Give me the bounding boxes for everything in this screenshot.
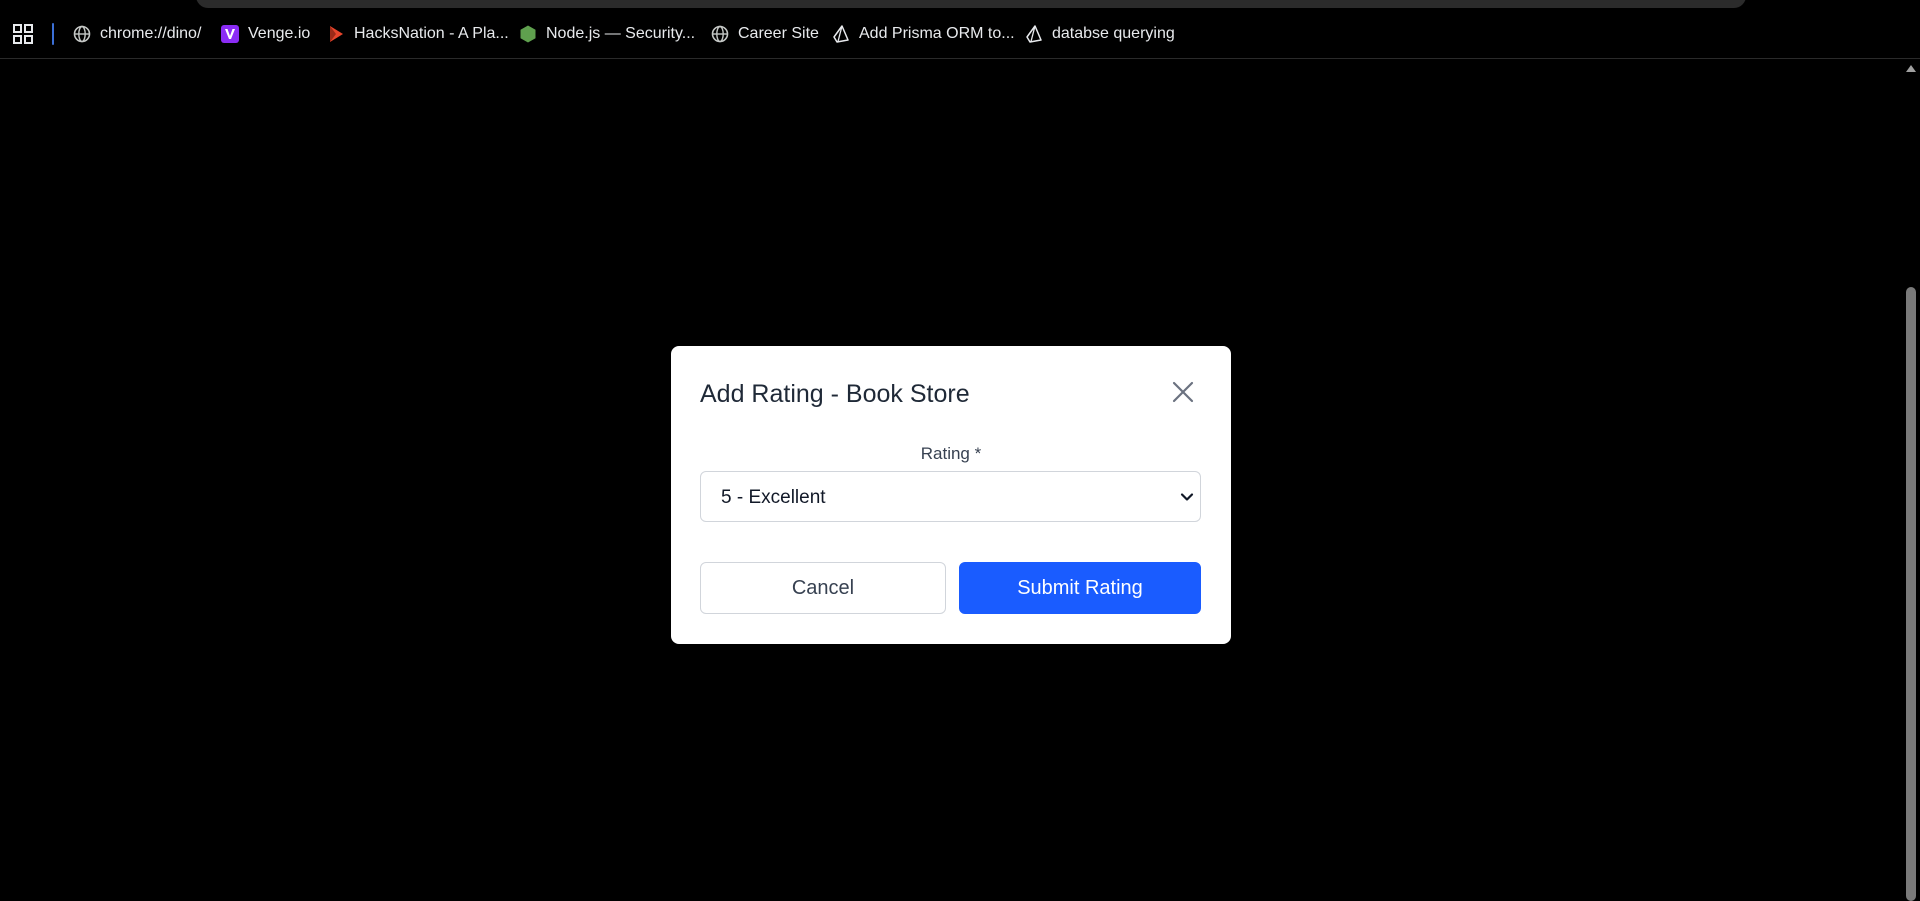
rating-label: Rating * <box>920 444 982 463</box>
cancel-button[interactable]: Cancel <box>700 562 946 614</box>
bookmark-venge[interactable]: Venge.io <box>220 22 310 46</box>
apps-grid-icon[interactable] <box>12 23 34 45</box>
hacksnation-icon <box>326 24 346 44</box>
prisma-icon <box>1024 24 1044 44</box>
venge-icon <box>220 24 240 44</box>
globe-icon <box>710 24 730 44</box>
bookmark-label: Add Prisma ORM to... <box>859 25 1015 42</box>
close-icon[interactable] <box>1170 379 1196 405</box>
chevron-down-icon <box>1180 490 1194 504</box>
scroll-up-arrow-icon[interactable] <box>1906 65 1916 72</box>
add-rating-modal: Add Rating - Book Store Rating * 5 - Exc… <box>671 346 1231 644</box>
bookmark-career-site[interactable]: Career Site <box>710 22 819 46</box>
bookmark-add-prisma[interactable]: Add Prisma ORM to... <box>831 22 1015 46</box>
bookmark-databse-querying[interactable]: databse querying <box>1024 22 1175 46</box>
rating-select[interactable]: 5 - Excellent <box>700 471 1201 522</box>
submit-rating-button[interactable]: Submit Rating <box>959 562 1201 614</box>
bookmark-label: Venge.io <box>248 25 311 42</box>
bookmark-label: databse querying <box>1052 25 1175 42</box>
prisma-icon <box>831 24 851 44</box>
bookmark-label: chrome://dino/ <box>100 25 202 42</box>
rating-selected-value: 5 - Excellent <box>721 487 826 508</box>
bookmark-label: HacksNation - A Pla... <box>354 25 509 42</box>
bookmarks-divider <box>52 23 54 45</box>
scrollbar-thumb[interactable] <box>1906 287 1916 901</box>
nodejs-icon <box>518 24 538 44</box>
globe-icon <box>72 24 92 44</box>
bookmark-chrome-dino[interactable]: chrome://dino/ <box>72 22 201 46</box>
bookmark-label: Career Site <box>738 25 819 42</box>
modal-title: Add Rating - Book Store <box>700 380 970 408</box>
bookmark-label: Node.js — Security... <box>546 25 696 42</box>
vertical-scrollbar[interactable] <box>1901 59 1920 901</box>
address-bar-edge[interactable] <box>196 0 1746 8</box>
bookmarks-bar: chrome://dino/ Venge.io HacksNation - A … <box>0 0 1920 59</box>
bookmark-nodejs[interactable]: Node.js — Security... <box>518 22 695 46</box>
bookmark-hacksnation[interactable]: HacksNation - A Pla... <box>326 22 509 46</box>
